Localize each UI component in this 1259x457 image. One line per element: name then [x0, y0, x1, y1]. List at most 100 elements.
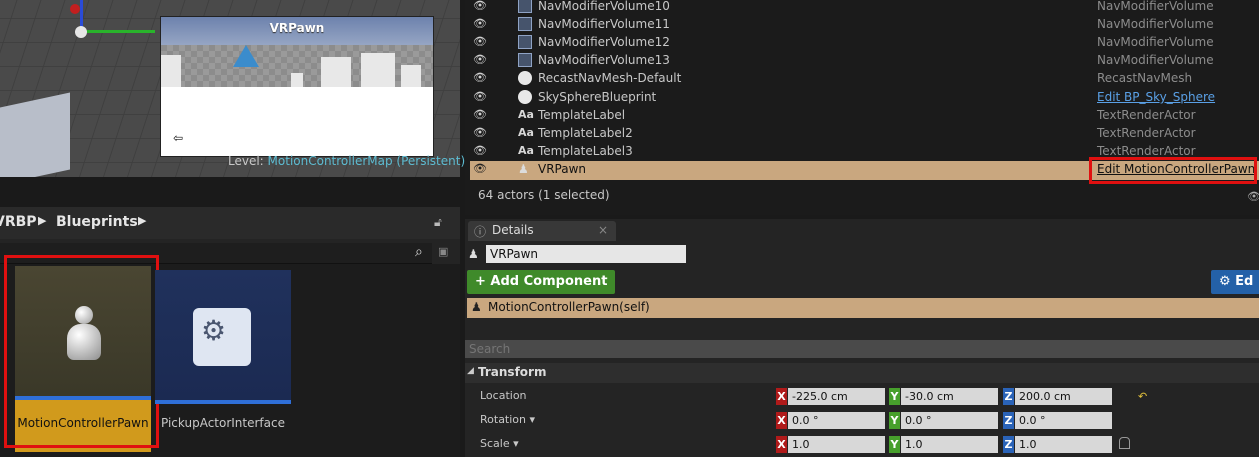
gizmo-handle[interactable] [70, 4, 80, 14]
close-icon[interactable]: × [598, 223, 608, 237]
scale-y-field[interactable]: 1.0 [901, 436, 998, 453]
actor-name: NavModifierVolume13 [538, 53, 670, 67]
y-axis-tag: Y [889, 388, 900, 405]
outliner-row[interactable]: 👁︎ NavModifierVolume12 NavModifierVolume [470, 34, 1259, 52]
breadcrumb-vrbp[interactable]: VRBP [0, 214, 37, 230]
actor-type: RecastNavMesh [1097, 71, 1193, 85]
actor-name-field[interactable]: VRPawn [486, 245, 686, 263]
pawn-marker[interactable] [75, 26, 87, 38]
actor-count: 64 actors (1 selected) [478, 188, 610, 202]
breadcrumb: VRBP ▶ Blueprints ▶ 🔓︎ [0, 207, 460, 239]
add-component-button[interactable]: + Add Component ▾ [467, 270, 615, 313]
rotation-label[interactable]: Rotation ▾ [480, 413, 535, 426]
actor-type: TextRenderActor [1097, 144, 1196, 158]
info-icon: ⓘ [474, 225, 487, 239]
gizmo-z-axis[interactable] [80, 0, 83, 28]
asset-thumbnail: ⚙ [155, 270, 291, 404]
volume-icon [518, 0, 532, 13]
component-label: MotionControllerPawn(self) [488, 300, 650, 314]
preview-box [401, 65, 421, 87]
z-axis-tag: Z [1003, 412, 1014, 429]
actor-type: TextRenderActor [1097, 108, 1196, 122]
visibility-eye-icon[interactable]: 👁︎ [473, 108, 487, 121]
visibility-eye-icon[interactable]: 👁︎ [473, 126, 487, 139]
visibility-eye-icon[interactable]: 👁︎ [473, 35, 487, 48]
lock-icon[interactable]: 🔓︎ [434, 215, 442, 230]
rotation-z-field[interactable]: 0.0 ° [1015, 412, 1112, 429]
preview-box [361, 53, 395, 87]
camera-preview: VRPawn ⇦ [160, 16, 434, 157]
y-axis-tag: Y [889, 436, 900, 453]
scale-z-field[interactable]: 1.0 [1015, 436, 1112, 453]
breadcrumb-blueprints[interactable]: Blueprints [56, 214, 138, 230]
edit-blueprint-button[interactable]: ⚙ Ed [1211, 270, 1259, 294]
visibility-eye-icon[interactable]: 👁︎ [473, 17, 487, 30]
location-y-field[interactable]: -30.0 cm [901, 388, 998, 405]
gizmo-x-axis[interactable] [80, 30, 155, 33]
visibility-eye-icon[interactable]: 👁︎ [473, 53, 487, 66]
scene-block [0, 92, 70, 177]
scale-x-field[interactable]: 1.0 [788, 436, 885, 453]
location-z-field[interactable]: 200.0 cm [1015, 388, 1112, 405]
preview-box [161, 55, 181, 87]
y-axis-tag: Y [889, 412, 900, 429]
actor-type: NavModifierVolume [1097, 35, 1214, 49]
actor-name: TemplateLabel [538, 108, 626, 122]
volume-icon [518, 53, 532, 67]
outliner-row[interactable]: 👁︎ NavModifierVolume13 NavModifierVolume [470, 52, 1259, 70]
outliner-row[interactable]: 👁︎ RecastNavMesh-Default RecastNavMesh [470, 70, 1259, 88]
scale-label[interactable]: Scale ▾ [480, 437, 519, 450]
visibility-eye-icon[interactable]: 👁︎ [473, 144, 487, 157]
visibility-eye-icon[interactable]: 👁︎ [473, 71, 487, 84]
save-icon[interactable]: ▣ [438, 245, 448, 258]
pawn-icon: ♟ [518, 162, 529, 176]
component-row-self[interactable]: ♟ MotionControllerPawn(self) [467, 298, 1259, 318]
volume-icon [518, 17, 532, 31]
outliner-row[interactable]: 👁︎ SkySphereBlueprint Edit BP_Sky_Sphere [470, 89, 1259, 107]
lock-icon[interactable] [1119, 437, 1130, 449]
level-prefix: Level: [228, 154, 264, 168]
actor-name: RecastNavMesh-Default [538, 71, 682, 85]
visibility-eye-icon[interactable]: 👁︎ [473, 90, 487, 103]
preview-box [321, 57, 351, 87]
rotation-x-field[interactable]: 0.0 ° [788, 412, 885, 429]
collapse-arrow-icon[interactable]: ◢ [467, 366, 474, 376]
outliner-row[interactable]: 👁︎ Aa TemplateLabel2 TextRenderActor [470, 125, 1259, 143]
search-icon[interactable]: ⌕ [415, 244, 423, 260]
breadcrumb-arrow-icon[interactable]: ▶ [38, 214, 46, 227]
asset-tile-pickupactorinterface[interactable]: ⚙ PickupActorInterface [155, 270, 291, 450]
outliner-row[interactable]: 👁︎ NavModifierVolume11 NavModifierVolume [470, 16, 1259, 34]
preview-title: VRPawn [269, 21, 325, 35]
reset-arrow-icon[interactable]: ↶ [1138, 390, 1147, 403]
outliner-row[interactable]: 👁︎ NavModifierVolume10 NavModifierVolume [470, 0, 1259, 16]
edit-blueprint-link[interactable]: Edit BP_Sky_Sphere [1097, 90, 1215, 104]
sphere-icon [518, 71, 532, 85]
location-x-field[interactable]: -225.0 cm [788, 388, 885, 405]
transform-section-header[interactable]: ◢ Transform [465, 363, 1259, 383]
tab-label: Details [492, 223, 534, 237]
search-input[interactable] [465, 340, 1259, 358]
visibility-eye-icon[interactable]: 👁︎ [473, 0, 487, 12]
actor-name: NavModifierVolume12 [538, 35, 670, 49]
text-render-icon: Aa [518, 144, 534, 157]
actor-name: NavModifierVolume11 [538, 17, 670, 31]
x-axis-tag: X [776, 412, 787, 429]
highlight-box [4, 255, 159, 448]
breadcrumb-arrow-icon[interactable]: ▶ [138, 214, 146, 227]
text-render-icon: Aa [518, 126, 534, 139]
location-label: Location [480, 389, 527, 402]
actor-type: NavModifierVolume [1097, 53, 1214, 67]
rotation-y-field[interactable]: 0.0 ° [901, 412, 998, 429]
level-name: MotionControllerMap (Persistent) [267, 154, 466, 168]
tab-details[interactable]: ⓘ Details × [468, 221, 616, 241]
view-options-eye-icon[interactable]: 👁︎ [1247, 190, 1259, 203]
text-render-icon: Aa [518, 108, 534, 121]
pawn-icon: ♟ [468, 247, 479, 261]
visibility-eye-icon[interactable]: 👁︎ [473, 162, 487, 175]
section-title: Transform [478, 365, 547, 379]
asset-label: PickupActorInterface [160, 416, 285, 430]
x-axis-tag: X [776, 388, 787, 405]
actor-name: TemplateLabel3 [538, 144, 633, 158]
outliner-row[interactable]: 👁︎ Aa TemplateLabel TextRenderActor [470, 107, 1259, 125]
details-search[interactable] [465, 340, 1259, 358]
